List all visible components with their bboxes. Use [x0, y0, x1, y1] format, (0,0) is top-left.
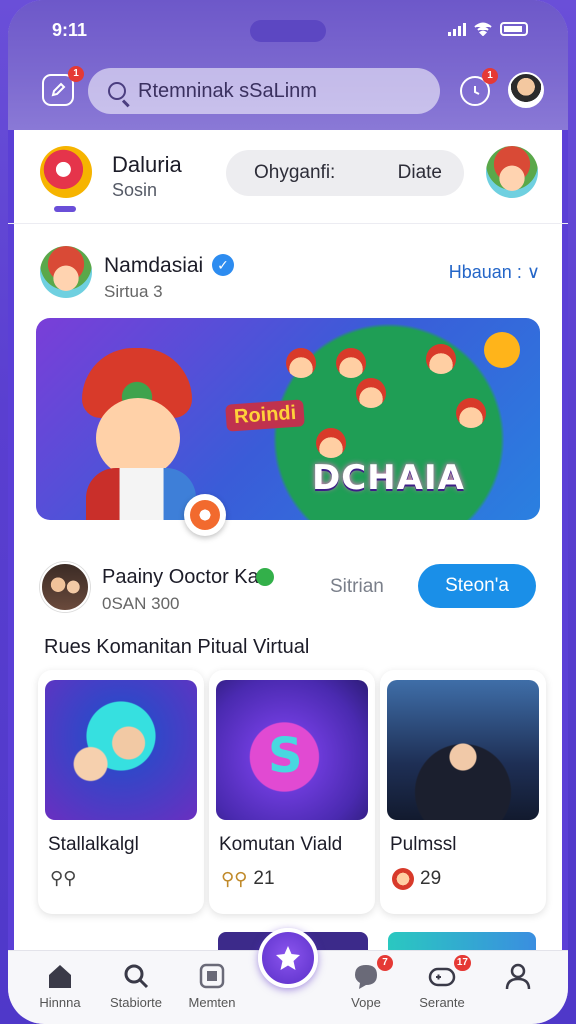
community-card[interactable]: Stallalkalgl ⚲⚲: [38, 670, 204, 914]
post-subtitle: Sirtua 3: [104, 282, 163, 301]
game-icon: 17: [427, 955, 471, 991]
nav-label: Vope: [351, 995, 381, 1010]
filter-pill-left[interactable]: Ohyganfi:: [254, 162, 335, 184]
members-icon: ⚲⚲: [221, 868, 248, 889]
star-icon: [276, 946, 300, 970]
card-label: Komutan Viald: [219, 834, 343, 855]
banner-title: DCHAIA: [312, 458, 465, 498]
promo-avatar[interactable]: [40, 562, 90, 612]
notifications-button[interactable]: 1: [460, 68, 498, 106]
promo-row: Paainy Ooctor Ka 0SAN 300 Sitrian Steon'…: [8, 558, 568, 622]
search-input[interactable]: Rtemninak sSaLinm: [138, 80, 317, 103]
profile-icon: [503, 961, 533, 991]
notifications-badge: 1: [482, 68, 498, 84]
filter-pill[interactable]: Ohyganfi: Diate: [226, 150, 464, 196]
nav-search[interactable]: Stabiorte: [96, 961, 176, 1010]
post-options-button[interactable]: Hbauan : ∨: [449, 262, 540, 283]
nav-label: Stabiorte: [109, 995, 163, 1010]
post-author-avatar[interactable]: [40, 246, 92, 298]
battery-icon: [500, 22, 528, 36]
game-banner[interactable]: Roindi DCHAIA: [36, 318, 540, 520]
profile-subtitle: Sosin: [112, 180, 158, 200]
search-bar[interactable]: Rtemninak sSaLinm: [88, 68, 440, 114]
app-screen: 9:11 1 Rtemninak sSaLinm 1 Daluria Sosin: [8, 0, 568, 1024]
promo-title: Paainy Ooctor Ka: [102, 566, 259, 588]
nav-label: Memten: [188, 995, 236, 1010]
nav-profile[interactable]: [478, 961, 558, 995]
card-label: Stallalkalgl: [48, 834, 139, 855]
wifi-icon: [474, 22, 492, 36]
status-icons: [448, 22, 528, 36]
card-label: Pulmssl: [390, 834, 457, 855]
post-author-name[interactable]: Namdasiai: [104, 254, 203, 278]
games-badge: 17: [453, 955, 471, 971]
profile-header: Daluria Sosin Ohyganfi: Diate: [8, 130, 568, 224]
promo-button[interactable]: Steon'a: [418, 564, 536, 608]
section-title: Rues Komanitan Pitual Virtual: [44, 636, 310, 658]
promo-link[interactable]: Sitrian: [330, 576, 384, 598]
top-bar: 9:11 1 Rtemninak sSaLinm 1: [8, 0, 568, 130]
pencil-icon: [51, 82, 66, 97]
reaction-icon[interactable]: [184, 494, 226, 536]
next-card-peek: [388, 932, 536, 952]
banner-subtitle: Roindi: [225, 399, 306, 432]
online-status-icon: [256, 568, 274, 586]
signal-icon: [448, 22, 466, 36]
search-icon: [121, 961, 151, 991]
profile-name: Daluria: [112, 152, 182, 177]
status-bar: 9:11: [8, 18, 568, 42]
media-icon: [197, 961, 227, 991]
play-icon[interactable]: [484, 332, 520, 368]
avatar-stack-icon: [392, 868, 414, 890]
user-avatar[interactable]: [508, 72, 544, 108]
post-header: Namdasiai ✓ Sirtua 3 Hbauan : ∨: [8, 236, 568, 308]
card-count: 21: [253, 868, 275, 889]
home-icon: [45, 961, 75, 991]
camera-notch: [250, 20, 326, 42]
verified-icon: ✓: [212, 254, 234, 276]
app-logo: [40, 146, 92, 212]
nav-label: Serante: [419, 995, 465, 1010]
compose-badge: 1: [68, 66, 84, 82]
status-time: 9:11: [52, 20, 88, 40]
card-image: S: [216, 680, 368, 820]
chat-icon: 7: [351, 955, 393, 991]
community-card[interactable]: Pulmssl 29: [380, 670, 546, 914]
community-card[interactable]: S Komutan Viald ⚲⚲ 21: [209, 670, 375, 914]
chat-badge: 7: [377, 955, 393, 971]
members-icon: ⚲⚲: [50, 868, 77, 888]
card-count: 29: [420, 868, 442, 889]
nav-home[interactable]: Hinnna: [20, 961, 100, 1010]
card-meta: ⚲⚲ 21: [221, 868, 275, 890]
promo-subtitle: 0SAN 300: [102, 594, 180, 613]
card-image: [387, 680, 539, 820]
nav-games[interactable]: 17 Serante: [402, 955, 482, 1010]
card-meta: ⚲⚲: [50, 868, 82, 889]
mascot-illustration: [66, 348, 216, 520]
nav-chat[interactable]: 7 Vope: [326, 955, 406, 1010]
card-image: [45, 680, 197, 820]
create-button[interactable]: [258, 928, 318, 988]
filter-pill-right[interactable]: Diate: [398, 162, 442, 184]
compose-button[interactable]: 1: [42, 66, 84, 106]
nav-label: Hinnna: [39, 995, 81, 1010]
card-meta: 29: [392, 868, 441, 890]
profile-avatar[interactable]: [486, 146, 538, 198]
nav-media[interactable]: Memten: [172, 961, 252, 1010]
search-icon: [108, 82, 126, 100]
